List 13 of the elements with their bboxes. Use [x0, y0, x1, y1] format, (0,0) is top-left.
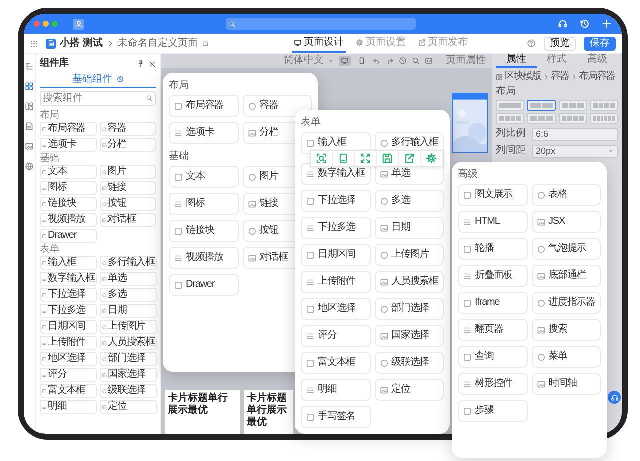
section-title: 高级 — [458, 168, 479, 182]
section-title: 基础 — [40, 152, 60, 165]
section-title: 表单 — [40, 243, 60, 256]
section-title: 布局 — [40, 109, 60, 122]
field-label: 列比例 — [496, 128, 527, 140]
field-label: 列间距 — [496, 145, 527, 157]
section-title: 基础 — [169, 150, 190, 164]
section-title: 布局 — [169, 79, 190, 93]
page-name: 未命名自定义页面 — [118, 38, 198, 50]
card-title: 卡片标题单行展示最优 — [168, 393, 229, 417]
section-title: 布局 — [496, 86, 517, 98]
panel-title: 组件库 — [40, 58, 70, 70]
card-title: 卡片标题单行展示最优 — [247, 393, 288, 429]
